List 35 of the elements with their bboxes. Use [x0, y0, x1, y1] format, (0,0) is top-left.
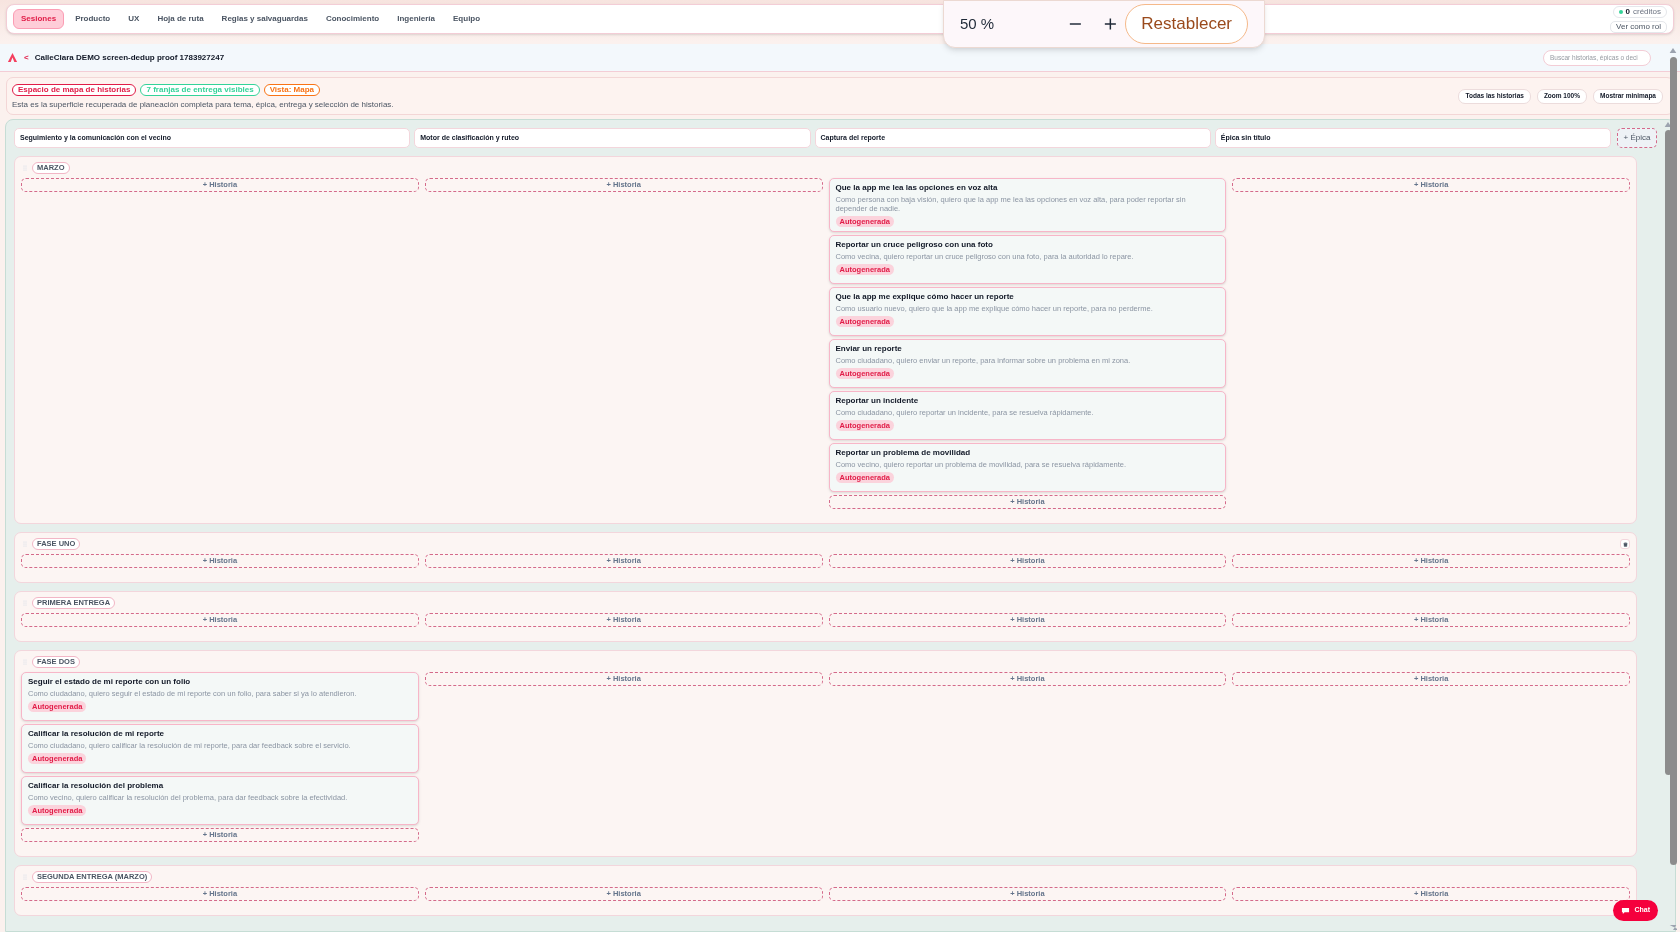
story-title: Calificar la resolución de mi reporte: [28, 729, 166, 739]
add-epic-button[interactable]: + Épica: [1617, 128, 1657, 148]
credits-count: 0: [1625, 7, 1630, 16]
story-title: Reportar un problema de movilidad: [835, 448, 972, 458]
story-title: Seguir el estado de mi reporte con un folio: [28, 677, 192, 687]
view-as-role-button[interactable]: Ver como rol: [1610, 20, 1667, 33]
badge: Espacio de mapa de historias: [12, 83, 137, 96]
description-text: Esta es la superficie recuperada de planeación completa para tema, épica, entrega y selección de historias.: [12, 99, 394, 109]
page-title: CalleClara DEMO screen-dedup proof 1783927247: [34, 51, 225, 64]
story-title: Reportar un incidente: [835, 396, 920, 406]
reset-button[interactable]: Restablecer: [1125, 4, 1248, 44]
credits-label: créditos: [1633, 7, 1661, 16]
nav-tab[interactable]: Ingeniería: [390, 9, 443, 29]
trash-icon: [1622, 541, 1628, 547]
nav-tab[interactable]: UX: [121, 9, 147, 29]
scrollbar-thumb[interactable]: [1669, 57, 1677, 865]
story-title: Que la app me explique cómo hacer un reporte: [835, 292, 1015, 302]
nav-tab[interactable]: Conocimiento: [318, 9, 387, 29]
nav-tab[interactable]: Reglas y salvaguardas: [214, 9, 315, 29]
back-link[interactable]: <: [24, 51, 29, 64]
zoom-in-icon[interactable]: [1102, 16, 1118, 32]
badge: Vista: Mapa: [263, 83, 320, 96]
speech-bubble-icon: [1621, 906, 1631, 915]
nav-tab[interactable]: Hoja de ruta: [150, 9, 211, 29]
zoom-level: 50 %: [960, 13, 996, 34]
story-title: Reportar un cruce peligroso con una foto: [835, 240, 994, 250]
badge: 7 franjas de entrega visibles: [140, 83, 260, 96]
scroll-up-icon[interactable]: [1669, 48, 1677, 53]
story-title: Que la app me lea las opciones en voz alta: [835, 183, 999, 193]
nav-tab[interactable]: Equipo: [446, 9, 488, 29]
logo-icon: [7, 52, 18, 63]
nav-tab[interactable]: Producto: [68, 9, 118, 29]
story-title: Calificar la resolución del problema: [28, 781, 165, 791]
delete-lane-button[interactable]: [1620, 539, 1630, 549]
story-title: Enviar un reporte: [835, 344, 903, 354]
